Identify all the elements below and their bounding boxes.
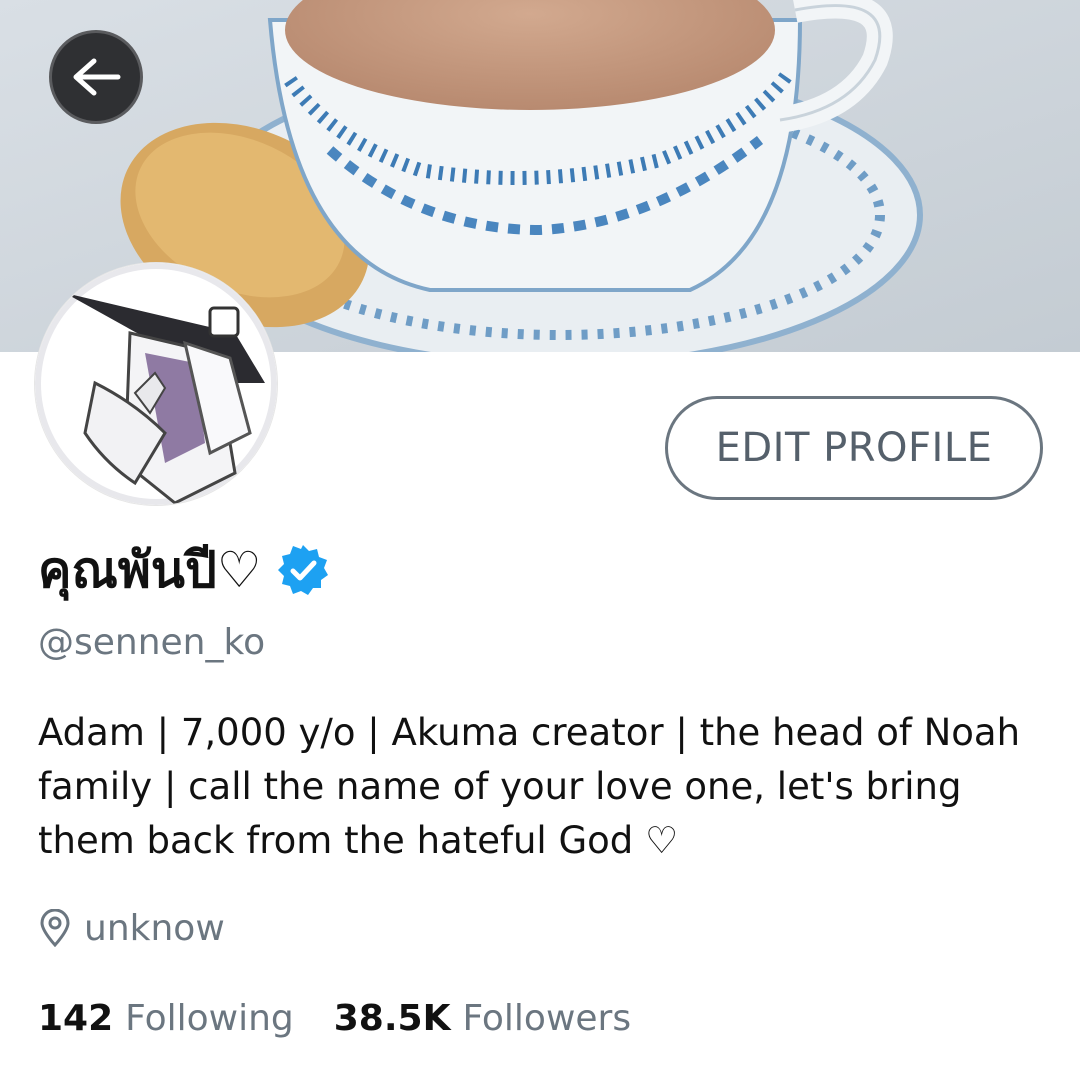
profile-avatar[interactable] (35, 263, 277, 505)
profile-bio: Adam | 7,000 y/o | Akuma creator | the h… (38, 711, 1021, 862)
following-stat[interactable]: 142 Following (38, 998, 294, 1039)
back-arrow-icon (73, 58, 121, 96)
back-button[interactable] (49, 30, 143, 124)
followers-stat[interactable]: 38.5K Followers (334, 998, 631, 1039)
following-label: Following (125, 997, 294, 1039)
verified-badge-icon (277, 545, 328, 595)
followers-label: Followers (462, 997, 632, 1039)
following-count: 142 (38, 997, 114, 1039)
name-row: คุณพันปี♡ (38, 530, 330, 610)
username-handle: @sennen_ko (38, 622, 266, 663)
edit-profile-button[interactable]: EDIT PROFILE (665, 396, 1043, 500)
avatar-image (35, 263, 277, 505)
profile-location: unknow (38, 900, 225, 956)
follow-stats: 142 Following 38.5K Followers (38, 990, 631, 1046)
location-text: unknow (84, 907, 225, 949)
location-pin-icon (40, 909, 70, 947)
followers-count: 38.5K (333, 997, 451, 1039)
display-name: คุณพันปี♡ (38, 540, 262, 599)
